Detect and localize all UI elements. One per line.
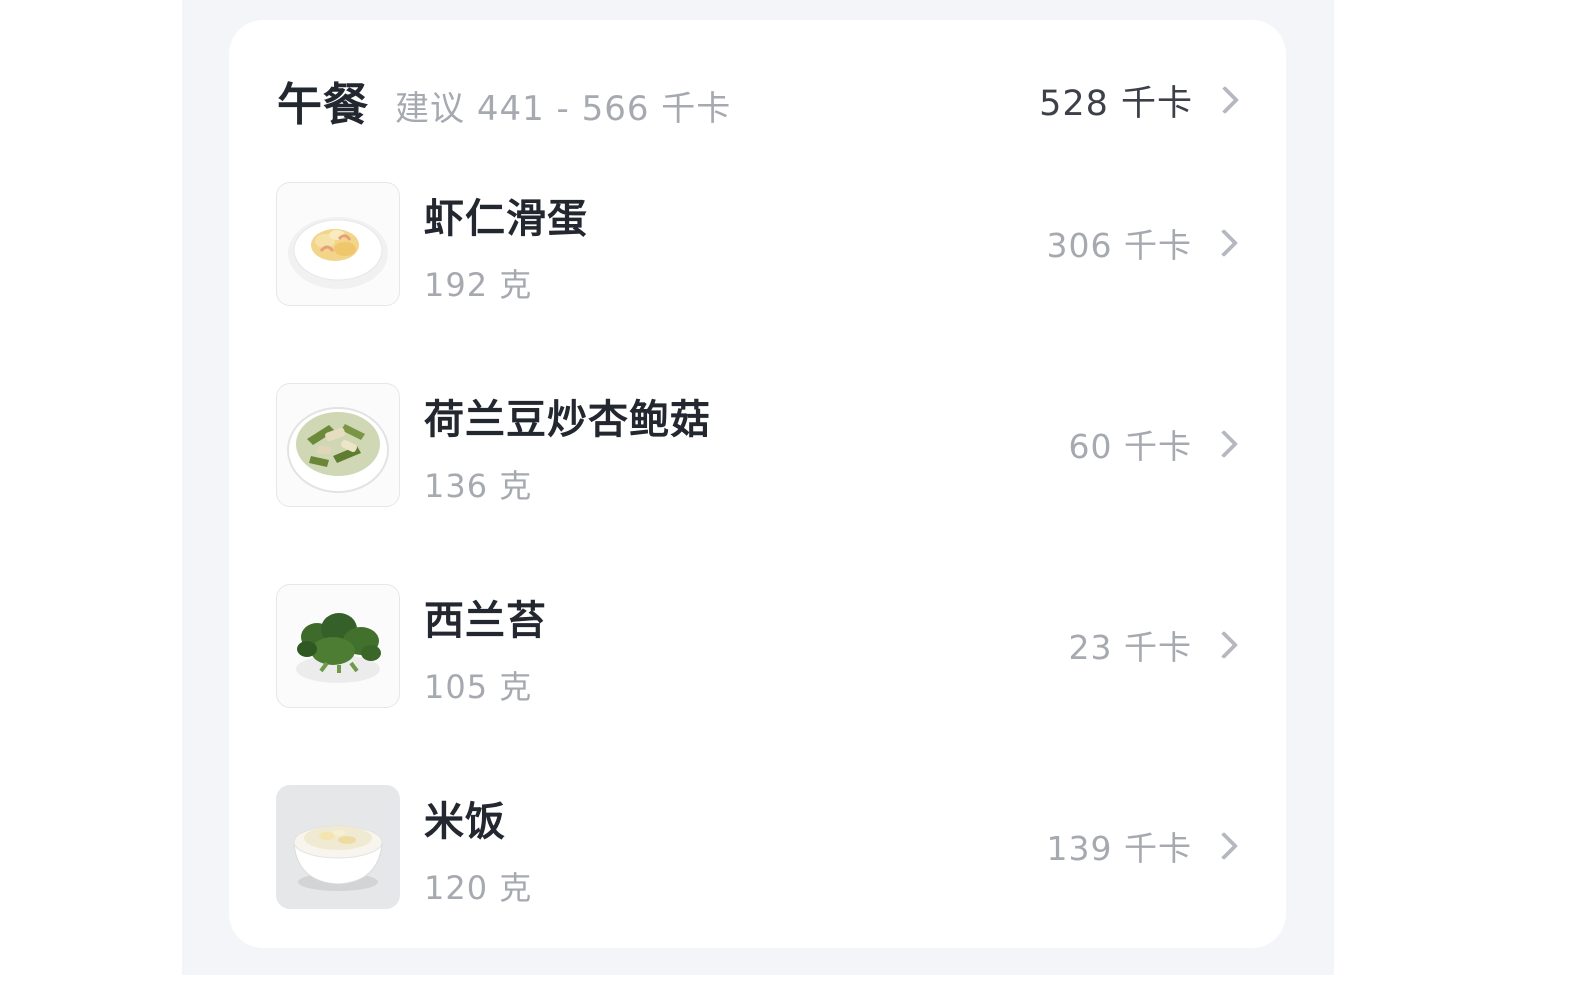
food-kcal-group: 23 千卡 (1069, 620, 1242, 670)
meal-header-left: 午餐 建议 441 - 566 千卡 (277, 68, 731, 133)
chevron-right-icon (1209, 831, 1239, 861)
food-kcal-group: 306 千卡 (1047, 218, 1242, 268)
food-kcal: 60 千卡 (1068, 427, 1192, 466)
chevron-right-icon (1210, 85, 1240, 115)
food-item[interactable]: 米饭 120 克 139 千卡 (276, 785, 1242, 986)
meal-header: 午餐 建议 441 - 566 千卡 528 千卡 (277, 68, 1243, 132)
food-list: 虾仁滑蛋 192 克 306 千卡 荷兰豆炒杏鲍菇 136 克 60 千卡 西兰… (276, 182, 1242, 986)
snowpea-mushroom-bowl-icon (276, 383, 400, 507)
broccolini-plate-icon (276, 584, 400, 708)
food-kcal: 23 千卡 (1068, 628, 1192, 667)
food-name: 西兰苔 (424, 598, 547, 644)
food-kcal: 139 千卡 (1046, 829, 1192, 868)
food-name: 虾仁滑蛋 (424, 196, 588, 242)
food-kcal-group: 139 千卡 (1047, 821, 1242, 871)
chevron-right-icon (1209, 630, 1239, 660)
food-name: 荷兰豆炒杏鲍菇 (424, 397, 711, 443)
meal-title: 午餐 (277, 77, 370, 131)
food-item[interactable]: 西兰苔 105 克 23 千卡 (276, 584, 1242, 785)
food-weight: 120 克 (424, 869, 533, 907)
food-item[interactable]: 荷兰豆炒杏鲍菇 136 克 60 千卡 (276, 383, 1242, 584)
food-weight: 105 克 (424, 668, 533, 706)
food-weight: 192 克 (424, 266, 533, 304)
food-weight: 136 克 (424, 467, 533, 505)
meal-total-kcal: 528 千卡 (1039, 83, 1193, 124)
chevron-right-icon (1209, 429, 1239, 459)
food-kcal: 306 千卡 (1046, 226, 1192, 265)
rice-bowl-icon (276, 785, 400, 909)
shrimp-egg-plate-icon (276, 182, 400, 306)
meal-calorie-hint: 建议 441 - 566 千卡 (395, 88, 732, 129)
food-name: 米饭 (424, 799, 506, 845)
lunch-card: 午餐 建议 441 - 566 千卡 528 千卡 虾仁滑蛋 192 克 306… (229, 20, 1286, 948)
food-item[interactable]: 虾仁滑蛋 192 克 306 千卡 (276, 182, 1242, 383)
food-kcal-group: 60 千卡 (1069, 419, 1242, 469)
meal-total-button[interactable]: 528 千卡 (1039, 75, 1243, 126)
chevron-right-icon (1209, 228, 1239, 258)
